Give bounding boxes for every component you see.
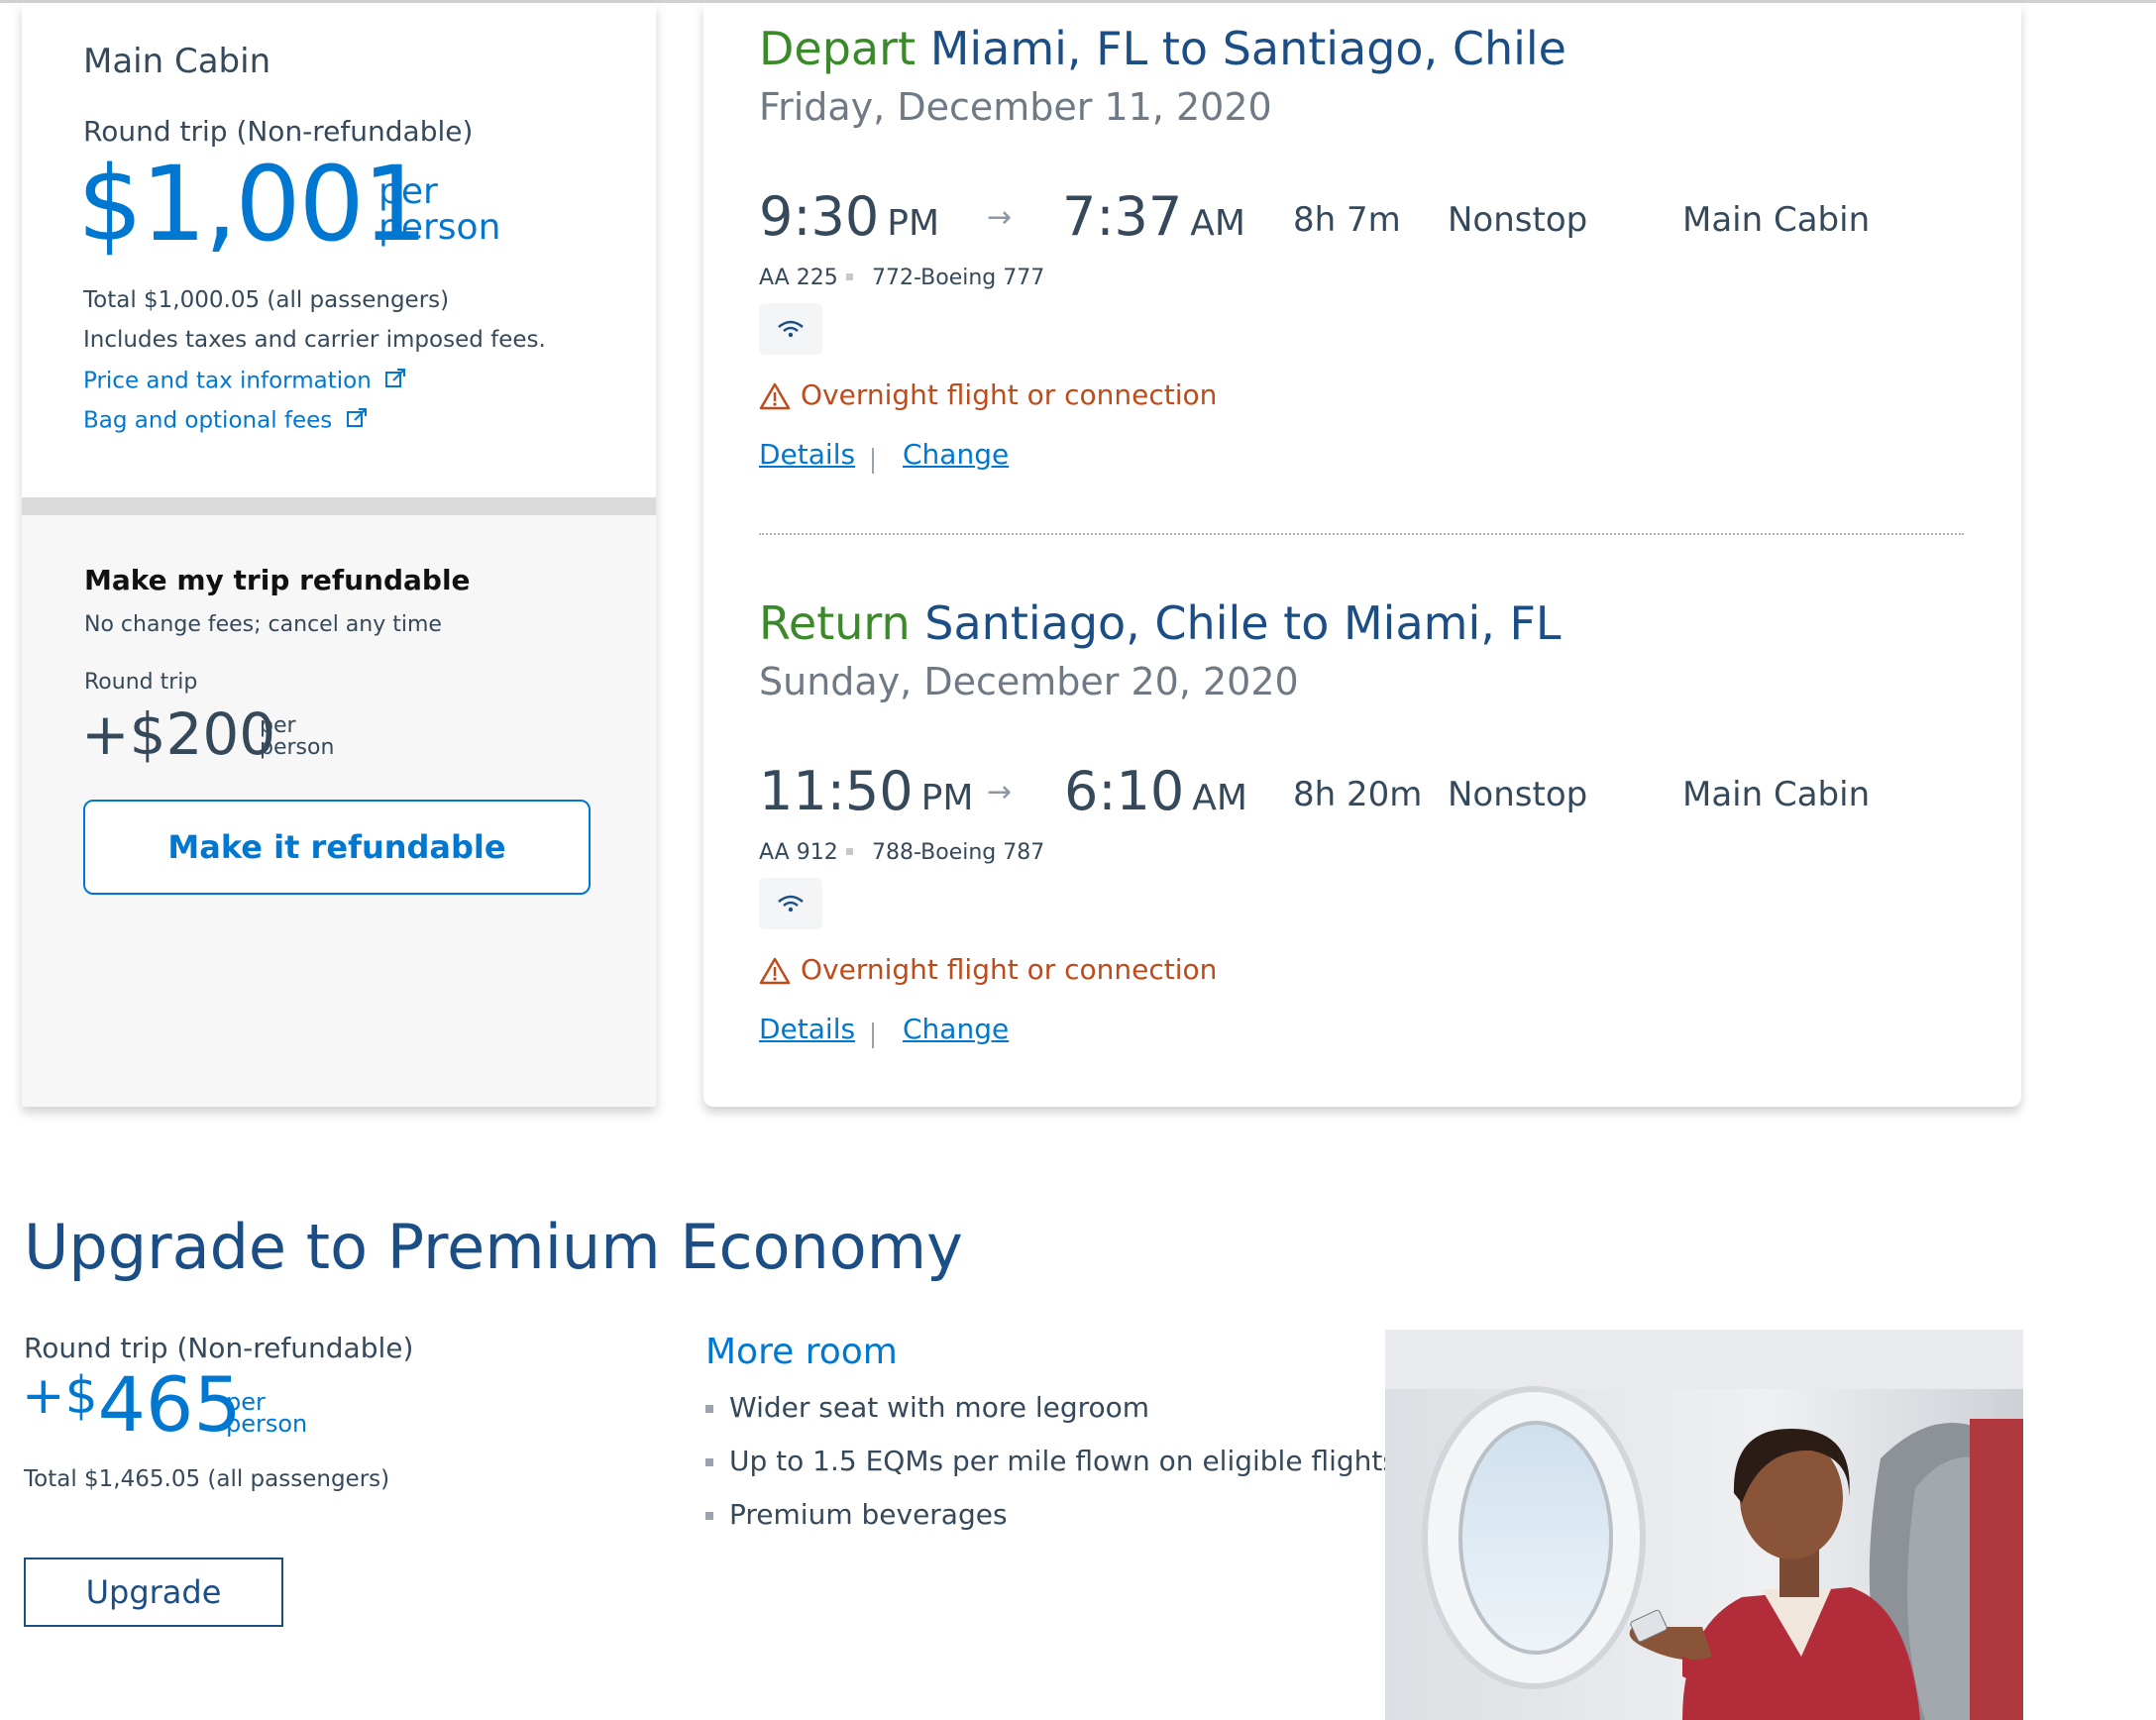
- bullet-icon: [705, 1512, 713, 1520]
- warning-text: Overnight flight or connection: [801, 953, 1218, 986]
- fare-summary-top: Main Cabin Round trip (Non-refundable) $…: [22, 4, 656, 497]
- separator-dot: [846, 273, 853, 280]
- fare-price: $1,001: [77, 144, 428, 265]
- flight-number: AA 225: [759, 266, 838, 290]
- flight-stops: Nonstop: [1448, 200, 1588, 240]
- refund-title: Make my trip refundable: [84, 564, 471, 596]
- person-label: person: [226, 1410, 308, 1438]
- person-label: person: [260, 735, 335, 760]
- depart-ampm: PM: [920, 778, 974, 818]
- depart-time: 9:30 PM: [759, 190, 939, 244]
- separator-dot: [846, 848, 853, 855]
- depart-ampm: PM: [887, 203, 940, 244]
- card-divider: [22, 497, 656, 515]
- top-border: [0, 0, 2156, 3]
- feature-text: Premium beverages: [729, 1498, 1008, 1531]
- upgrade-price-value: 465: [97, 1360, 242, 1449]
- flight-stops: Nonstop: [1448, 775, 1588, 814]
- segment-cabin: Main Cabin: [1682, 200, 1871, 240]
- arrive-time-value: 7:37: [1062, 185, 1183, 248]
- segment-title: Depart Miami, FL to Santiago, Chile: [759, 22, 1566, 75]
- fare-summary-card: Main Cabin Round trip (Non-refundable) $…: [22, 4, 656, 1107]
- depart-time-value: 11:50: [759, 760, 914, 822]
- warning-icon: [759, 378, 801, 411]
- per-label: per: [260, 713, 296, 738]
- change-link[interactable]: Change: [903, 438, 1009, 471]
- features-title: More room: [705, 1332, 898, 1372]
- segment-direction: Depart: [759, 22, 916, 75]
- feature-item: Premium beverages: [705, 1498, 1008, 1531]
- bag-fees-label: Bag and optional fees: [83, 407, 333, 434]
- flight-number: AA 912: [759, 840, 838, 865]
- depart-time: 11:50 PM: [759, 765, 973, 818]
- depart-time-value: 9:30: [759, 185, 880, 248]
- arrow-right-icon: →: [987, 200, 1013, 235]
- details-link[interactable]: Details: [759, 1013, 855, 1045]
- change-link[interactable]: Change: [903, 1013, 1009, 1045]
- fare-total: Total $1,000.05 (all passengers): [83, 287, 450, 313]
- feature-text: Up to 1.5 EQMs per mile flown on eligibl…: [729, 1445, 1397, 1477]
- person-label: person: [378, 207, 501, 248]
- segment-date: Sunday, December 20, 2020: [759, 660, 1299, 703]
- segment-direction: Return: [759, 596, 911, 650]
- refund-trip-label: Round trip: [84, 670, 198, 695]
- link-separator: [872, 448, 874, 474]
- segment-route: Miami, FL to Santiago, Chile: [929, 22, 1566, 75]
- details-link[interactable]: Details: [759, 438, 855, 471]
- price-tax-info-link[interactable]: Price and tax information: [83, 367, 408, 396]
- aircraft-type: 788-Boeing 787: [872, 840, 1045, 865]
- warning-text: Overnight flight or connection: [801, 378, 1218, 411]
- upgrade-per-person: per person: [226, 1390, 308, 1438]
- flight-duration: 8h 20m: [1293, 775, 1423, 814]
- upgrade-price-prefix: +$: [22, 1366, 98, 1426]
- warning-icon: [759, 953, 801, 986]
- make-refundable-button[interactable]: Make it refundable: [83, 800, 591, 895]
- overnight-warning: Overnight flight or connection: [759, 378, 1217, 411]
- cabin-title: Main Cabin: [83, 42, 271, 81]
- external-link-icon: [384, 367, 408, 396]
- arrive-time: 6:10 AM: [1064, 765, 1247, 818]
- per-person-label: per person: [378, 174, 500, 246]
- segment-route: Santiago, Chile to Miami, FL: [924, 596, 1562, 650]
- arrive-ampm: AM: [1192, 778, 1247, 818]
- refund-subtitle: No change fees; cancel any time: [84, 612, 442, 637]
- arrive-time: 7:37 AM: [1062, 190, 1245, 244]
- itinerary-card: Depart Miami, FL to Santiago, Chile Frid…: [703, 4, 2021, 1107]
- segment-title: Return Santiago, Chile to Miami, FL: [759, 596, 1562, 650]
- flight-duration: 8h 7m: [1293, 200, 1401, 240]
- refund-per-person: per person: [260, 715, 334, 759]
- upgrade-price: +$465: [22, 1367, 242, 1443]
- link-separator: [872, 1022, 874, 1048]
- overnight-warning: Overnight flight or connection: [759, 953, 1217, 986]
- external-link-icon: [346, 406, 370, 436]
- feature-item: Up to 1.5 EQMs per mile flown on eligibl…: [705, 1445, 1397, 1477]
- bullet-icon: [705, 1458, 713, 1466]
- refund-price: +$200: [81, 700, 276, 768]
- bag-fees-link[interactable]: Bag and optional fees: [83, 406, 370, 436]
- taxes-note: Includes taxes and carrier imposed fees.: [83, 327, 546, 353]
- arrive-time-value: 6:10: [1064, 760, 1185, 822]
- feature-text: Wider seat with more legroom: [729, 1391, 1150, 1424]
- upgrade-button[interactable]: Upgrade: [24, 1558, 283, 1627]
- price-tax-info-label: Price and tax information: [83, 368, 372, 394]
- segment-divider: [759, 533, 1964, 535]
- upgrade-total: Total $1,465.05 (all passengers): [24, 1466, 390, 1492]
- bullet-icon: [705, 1405, 713, 1413]
- arrive-ampm: AM: [1190, 203, 1245, 244]
- feature-item: Wider seat with more legroom: [705, 1391, 1149, 1424]
- arrow-right-icon: →: [987, 775, 1013, 809]
- wifi-icon: [759, 303, 822, 355]
- segment-cabin: Main Cabin: [1682, 775, 1871, 814]
- upgrade-title: Upgrade to Premium Economy: [24, 1211, 963, 1283]
- wifi-icon: [759, 878, 822, 929]
- per-label: per: [378, 171, 438, 212]
- premium-economy-photo: [1385, 1330, 2023, 1720]
- aircraft-type: 772-Boeing 777: [872, 266, 1045, 290]
- segment-date: Friday, December 11, 2020: [759, 85, 1272, 129]
